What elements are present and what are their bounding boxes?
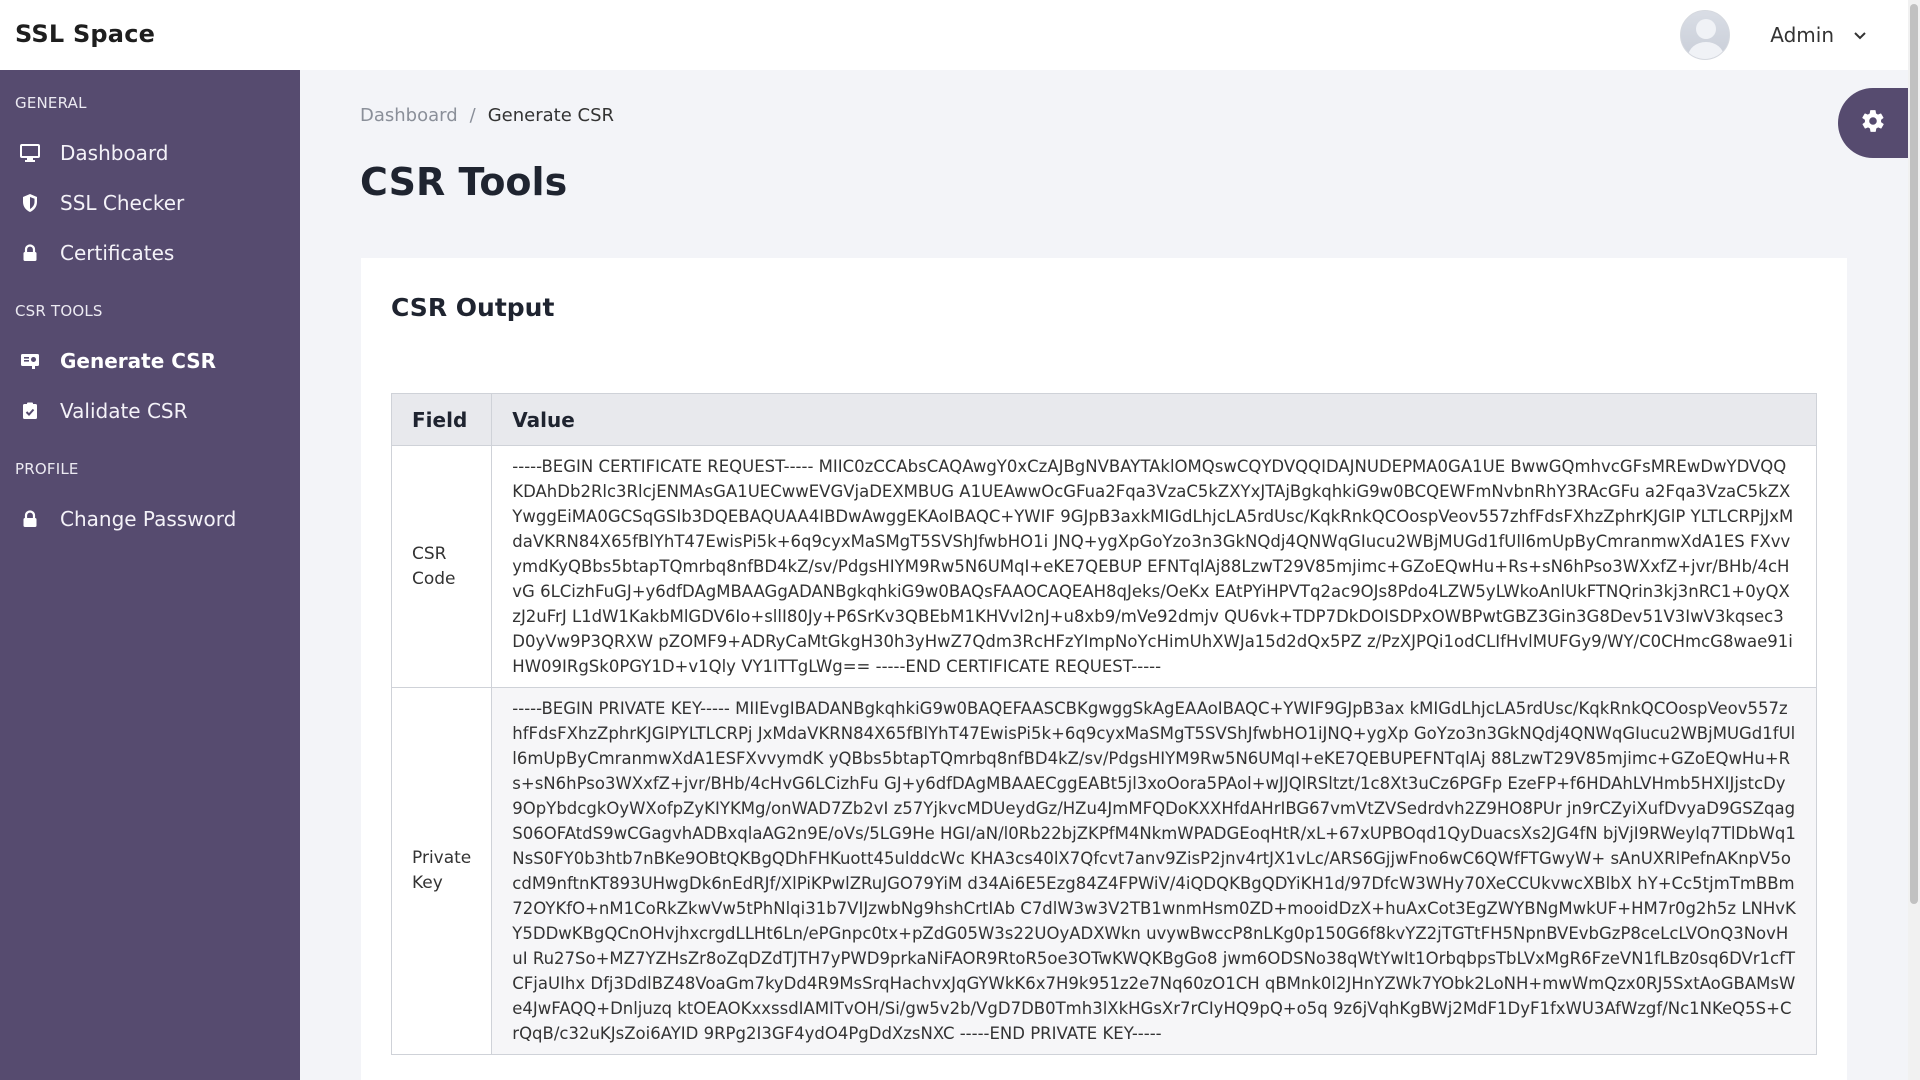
avatar[interactable] xyxy=(1680,10,1731,60)
sidebar-item-validate-csr[interactable]: Validate CSR xyxy=(0,386,300,436)
private-key-value[interactable]: -----BEGIN PRIVATE KEY----- MIIEvgIBADAN… xyxy=(491,687,1817,1055)
csr-output-table: Field Value CSR Code -----BEGIN CERTIFIC… xyxy=(390,393,1817,1055)
sidebar-section-general: GENERAL xyxy=(15,94,87,112)
column-header-value: Value xyxy=(491,393,1817,446)
scrollbar-thumb[interactable] xyxy=(1910,4,1918,904)
sidebar-item-dashboard[interactable]: Dashboard xyxy=(0,128,300,178)
table-cell-field: CSR Code xyxy=(390,445,493,688)
page-scrollbar[interactable] xyxy=(1908,0,1920,1080)
user-menu[interactable]: Admin xyxy=(1680,9,1868,61)
table-row: CSR Code -----BEGIN CERTIFICATE REQUEST-… xyxy=(390,445,1817,688)
sidebar-item-generate-csr[interactable]: Generate CSR xyxy=(0,336,300,386)
sidebar-item-certificates[interactable]: Certificates xyxy=(0,228,300,278)
lock-icon xyxy=(20,243,40,263)
breadcrumb: Dashboard / Generate CSR xyxy=(360,105,614,126)
sidebar-item-label: Change Password xyxy=(60,507,237,531)
sidebar-item-change-password[interactable]: Change Password xyxy=(0,494,300,544)
monitor-icon xyxy=(20,143,40,163)
sidebar-item-label: Validate CSR xyxy=(60,399,188,423)
chevron-down-icon[interactable] xyxy=(1852,27,1868,43)
sidebar-item-ssl-checker[interactable]: SSL Checker xyxy=(0,178,300,228)
shield-icon xyxy=(20,193,40,213)
column-header-field: Field xyxy=(390,393,493,446)
csr-output-card: CSR Output Field Value CSR Code -----BEG… xyxy=(361,258,1847,1080)
breadcrumb-separator: / xyxy=(469,105,476,126)
sidebar-item-label: SSL Checker xyxy=(60,191,185,215)
clipboard-check-icon xyxy=(20,401,40,421)
top-navbar: SSL Space Admin xyxy=(0,0,1908,70)
sidebar: GENERAL Dashboard SSL Checker Certificat… xyxy=(0,70,300,1080)
lock-icon xyxy=(20,509,40,529)
table-cell-field: Private Key xyxy=(390,687,493,1055)
table-row: Private Key -----BEGIN PRIVATE KEY----- … xyxy=(390,687,1817,1055)
sidebar-item-label: Dashboard xyxy=(60,141,169,165)
breadcrumb-link-dashboard[interactable]: Dashboard xyxy=(360,105,458,126)
csr-code-value[interactable]: -----BEGIN CERTIFICATE REQUEST----- MIIC… xyxy=(491,445,1817,688)
sidebar-section-csr-tools: CSR TOOLS xyxy=(15,302,103,320)
page-title: CSR Tools xyxy=(360,160,568,204)
user-name[interactable]: Admin xyxy=(1770,23,1834,47)
csr-icon xyxy=(20,351,40,371)
main-content: Dashboard / Generate CSR CSR Tools CSR O… xyxy=(300,70,1908,1080)
card-title: CSR Output xyxy=(391,293,555,322)
breadcrumb-current: Generate CSR xyxy=(487,105,615,126)
brand-logo-text[interactable]: SSL Space xyxy=(15,20,155,48)
sidebar-item-label: Generate CSR xyxy=(60,349,217,373)
sidebar-item-label: Certificates xyxy=(60,241,175,265)
gear-icon xyxy=(1860,108,1886,138)
sidebar-section-profile: PROFILE xyxy=(15,460,79,478)
settings-button[interactable] xyxy=(1838,88,1908,158)
table-header-row: Field Value xyxy=(390,393,1817,446)
